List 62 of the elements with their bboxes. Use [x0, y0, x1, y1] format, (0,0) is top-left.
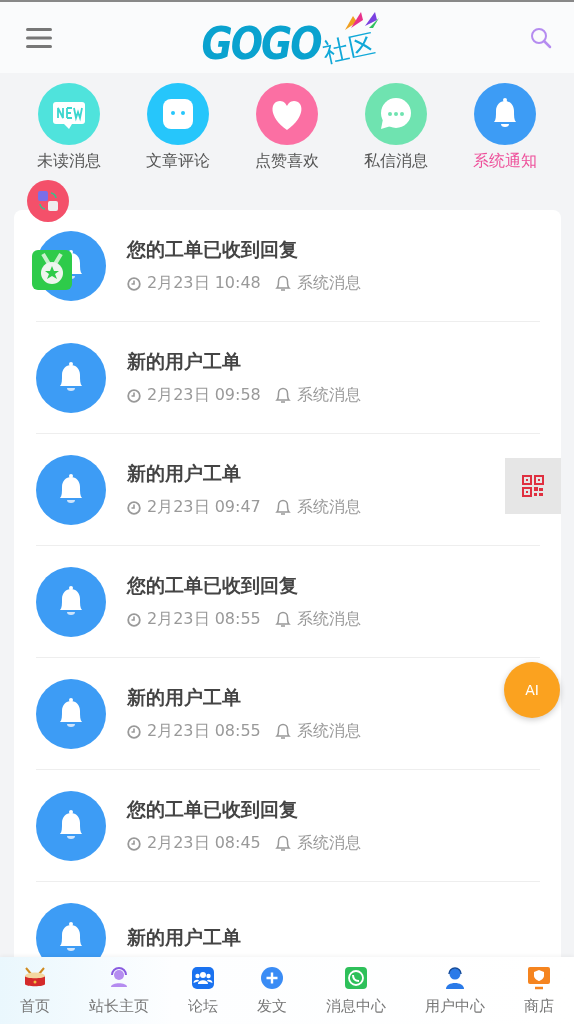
bell-avatar-icon [36, 678, 106, 749]
clock-icon [127, 388, 141, 403]
nav-tab[interactable]: 消息中心 [326, 965, 387, 1016]
bell-icon [274, 387, 291, 404]
notice-time: 2月23日 08:55 [147, 721, 261, 742]
category-tab[interactable]: 文章评论 [127, 83, 228, 200]
notice-title[interactable]: 新的用户工单 [127, 461, 361, 487]
menu-icon[interactable] [26, 26, 52, 49]
bell-avatar-icon [36, 342, 106, 413]
nav-tab[interactable]: 站长主页 [88, 965, 149, 1016]
category-tab[interactable]: 未读消息 [18, 83, 119, 200]
notice-title[interactable]: 您的工单已收到回复 [127, 797, 361, 823]
notice-time: 2月23日 09:47 [147, 497, 261, 518]
plus-circle-icon [260, 965, 284, 990]
notice-title[interactable]: 新的用户工单 [127, 685, 361, 711]
qr-code-icon [522, 475, 544, 497]
notice-type: 系统消息 [296, 721, 361, 742]
notice-type: 系统消息 [296, 273, 361, 294]
qr-code-button[interactable] [505, 458, 561, 514]
new-badge-icon [37, 83, 100, 145]
nav-tab[interactable]: 商店 [524, 965, 555, 1016]
notice-title[interactable]: 新的用户工单 [127, 924, 241, 951]
bell-icon [274, 499, 291, 516]
chat-face-icon [146, 83, 209, 145]
notice-type: 系统消息 [296, 609, 361, 630]
bell-icon [274, 835, 291, 852]
notice-time: 2月23日 08:45 [147, 833, 261, 854]
phone-chat-icon [344, 965, 369, 990]
bell-avatar-icon [36, 454, 106, 525]
notice-type: 系统消息 [296, 833, 361, 854]
notice-time: 2月23日 08:55 [147, 609, 261, 630]
clock-icon [127, 612, 141, 627]
translate-icon [36, 189, 60, 213]
bell-icon [274, 723, 291, 740]
notice-title[interactable]: 您的工单已收到回复 [127, 573, 361, 599]
nav-tab[interactable]: 论坛 [187, 965, 218, 1016]
notice-time: 2月23日 10:48 [147, 273, 261, 294]
bell-avatar-icon [36, 566, 106, 637]
bell-icon [274, 275, 291, 292]
group-icon [190, 965, 215, 990]
notice-time: 2月23日 09:58 [147, 385, 261, 406]
shop-screen-icon [527, 965, 552, 990]
medal-icon[interactable] [32, 250, 72, 290]
notice-type: 系统消息 [296, 497, 361, 518]
search-icon[interactable] [530, 26, 552, 49]
clock-icon [127, 500, 141, 515]
clock-icon [127, 724, 141, 739]
clock-icon [127, 836, 141, 851]
nav-tab[interactable]: 用户中心 [425, 965, 486, 1016]
notice-title[interactable]: 您的工单已收到回复 [127, 237, 361, 263]
speech-bubble-icon [365, 83, 428, 145]
bell-icon [274, 611, 291, 628]
notice-type: 系统消息 [296, 385, 361, 406]
nav-tab[interactable]: 发文 [257, 965, 287, 1016]
category-tab[interactable]: 点赞喜欢 [236, 83, 337, 200]
bell-icon [474, 83, 537, 145]
clock-icon [127, 276, 141, 291]
nav-tab[interactable]: 首页 [19, 965, 50, 1016]
bell-avatar-icon [36, 790, 106, 861]
translate-button[interactable] [27, 180, 69, 222]
notice-title[interactable]: 新的用户工单 [127, 349, 361, 375]
category-tab[interactable]: 私信消息 [346, 83, 447, 200]
